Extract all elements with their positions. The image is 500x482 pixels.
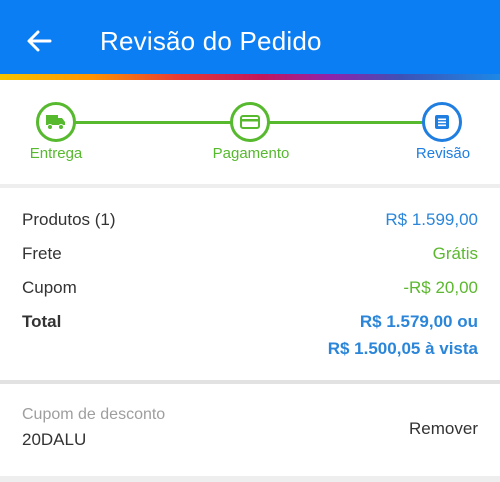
total-value-cash: R$ 1.500,05 à vista [327,339,478,358]
total-value-installments: R$ 1.579,00 ou [359,312,478,331]
coupon-value: -R$ 20,00 [403,278,478,297]
coupon-label: Cupom [22,278,77,297]
app-bar: Revisão do Pedido [0,0,500,76]
back-button[interactable] [24,26,54,56]
coupon-section-label: Cupom de desconto [22,406,166,423]
shipping-label: Frete [22,244,62,263]
summary-row-products: Produtos (1) R$ 1.599,00 [22,210,478,234]
step-revisao[interactable] [422,102,462,142]
summary-row-coupon: Cupom -R$ 20,00 [22,278,478,302]
step-connector [75,121,233,124]
summary-row-shipping: Frete Grátis [22,244,478,268]
order-summary: Produtos (1) R$ 1.599,00 Frete Grátis Cu… [0,188,500,380]
arrow-left-icon [27,30,52,52]
products-label: Produtos (1) [22,210,116,229]
step-label-entrega: Entrega [29,145,83,162]
step-connector [269,121,424,124]
step-pagamento[interactable] [230,102,270,142]
products-value: R$ 1.599,00 [385,210,478,229]
summary-row-total: Total R$ 1.579,00 ou R$ 1.500,05 à vista [22,312,478,364]
checkout-stepper: Entrega Pagamento Revisão [0,80,500,184]
step-label-pagamento: Pagamento [212,145,290,162]
credit-card-icon [240,115,260,129]
shipping-value: Grátis [432,244,478,263]
total-label: Total [22,312,62,331]
truck-icon [46,115,65,130]
section-divider [0,476,500,482]
remove-coupon-button[interactable]: Remover [409,419,478,439]
list-icon [435,115,449,129]
step-entrega[interactable] [36,102,76,142]
coupon-section: Cupom de desconto 20DALU Remover [0,384,500,476]
page-title: Revisão do Pedido [100,26,322,56]
coupon-code: 20DALU [22,430,87,449]
step-label-revisao: Revisão [415,145,471,162]
